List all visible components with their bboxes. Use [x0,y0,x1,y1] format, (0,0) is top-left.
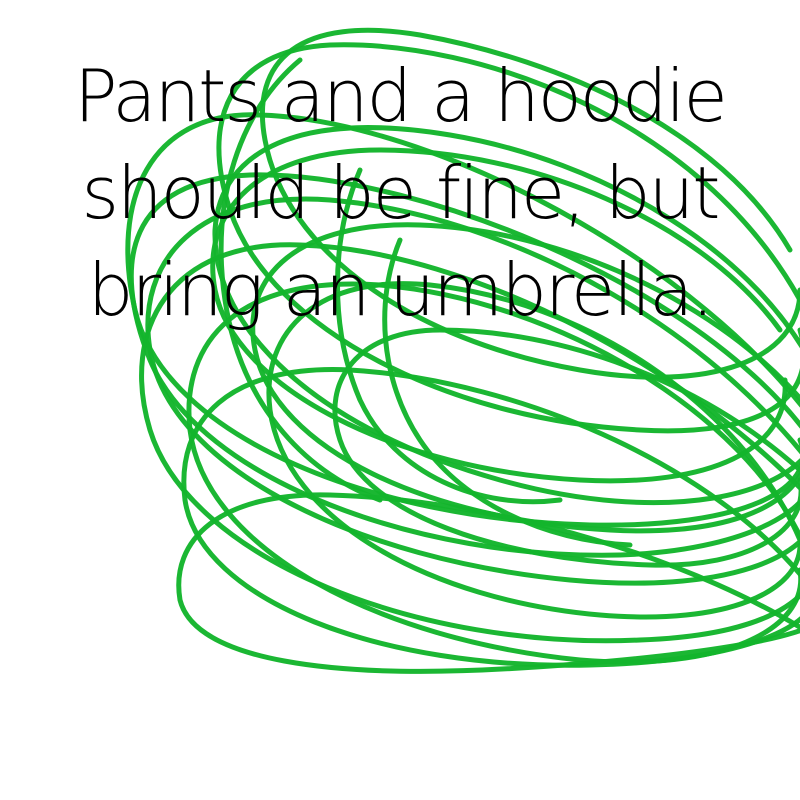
message-line-2: should be fine, but [81,151,721,235]
message-line-1: Pants and a hoodie [74,54,728,138]
message-line-3: bring an umbrella. [87,248,714,332]
canvas: Pants and a hoodie should be fine, but b… [0,0,800,800]
message-text: Pants and a hoodie should be fine, but b… [40,48,760,339]
